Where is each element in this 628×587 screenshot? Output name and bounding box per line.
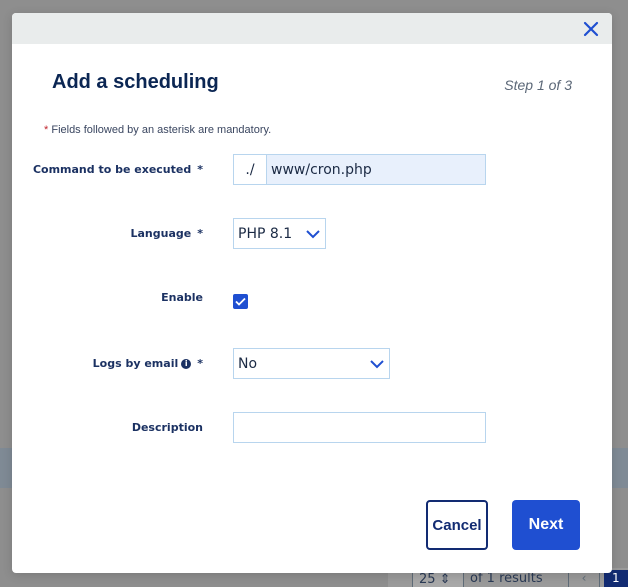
next-button[interactable]: Next	[512, 500, 580, 550]
logs-label-text: Logs by email	[92, 357, 179, 370]
command-field: ./	[233, 154, 486, 185]
chevron-down-icon	[306, 229, 320, 238]
mandatory-note-text: Fields followed by an asterisk are manda…	[51, 124, 272, 136]
enable-checkbox[interactable]	[233, 294, 248, 309]
command-required-marker: *	[197, 163, 203, 176]
cancel-button[interactable]: Cancel	[426, 500, 488, 550]
language-select[interactable]: PHP 8.1	[233, 218, 326, 249]
mandatory-note: * Fields followed by an asterisk are man…	[44, 124, 271, 136]
logs-by-email-select[interactable]: No	[233, 348, 390, 379]
command-prefix: ./	[234, 155, 267, 184]
modal-header-bar	[12, 13, 612, 44]
enable-label: Enable	[161, 291, 203, 304]
close-button[interactable]	[580, 18, 602, 40]
check-icon	[235, 297, 246, 306]
step-indicator: Step 1 of 3	[504, 77, 572, 93]
logs-label: Logs by email i *	[93, 357, 203, 370]
logs-select-value: No	[238, 355, 258, 372]
close-icon	[583, 21, 599, 37]
language-label: Language *	[131, 227, 204, 240]
command-label-text: Command to be executed	[32, 163, 192, 176]
description-input[interactable]	[233, 412, 486, 443]
info-icon[interactable]: i	[181, 359, 192, 369]
logs-required-marker: *	[197, 357, 203, 370]
asterisk-marker: *	[44, 124, 49, 136]
add-scheduling-modal: Add a scheduling Step 1 of 3 * Fields fo…	[12, 13, 612, 573]
language-select-value: PHP 8.1	[238, 225, 293, 242]
modal-title: Add a scheduling	[52, 71, 219, 93]
command-input[interactable]	[267, 155, 485, 184]
chevron-down-icon	[370, 359, 384, 368]
command-label: Command to be executed *	[33, 163, 203, 176]
language-label-text: Language	[130, 227, 192, 240]
description-label: Description	[131, 421, 203, 434]
language-required-marker: *	[197, 227, 203, 240]
bg-results-count: of 1 results	[470, 571, 543, 586]
